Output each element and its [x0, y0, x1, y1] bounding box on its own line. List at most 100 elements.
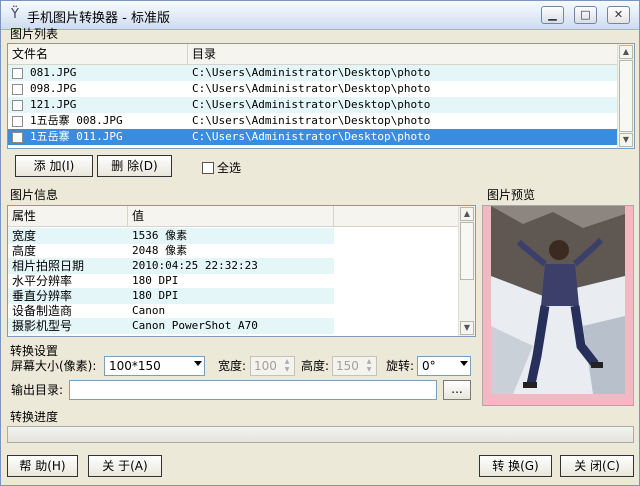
spin-down-icon: ▼	[284, 366, 290, 373]
property-name: 高度	[12, 244, 37, 258]
progress-label: 转换进度	[10, 410, 59, 424]
file-row[interactable]: 1五岳寨 008.JPG C:\Users\Administrator\Deskt…	[8, 113, 618, 129]
about-button[interactable]: 关 于(A)	[88, 455, 162, 477]
property-value: Canon	[132, 304, 166, 317]
column-directory[interactable]: 目录	[188, 44, 618, 64]
property-value: Canon PowerShot A70	[128, 318, 334, 334]
conversion-progress-bar	[7, 426, 634, 443]
preview-label: 图片预览	[487, 188, 536, 202]
scroll-up-icon[interactable]: ▲	[460, 207, 474, 221]
close-app-button[interactable]: 关 闭(C)	[560, 455, 634, 477]
image-info-label: 图片信息	[10, 188, 59, 202]
file-name: 1五岳寨 008.JPG	[30, 114, 123, 127]
spin-up-icon: ▲	[284, 358, 290, 365]
app-window: Ÿ 手机图片转换器 - 标准版 ▁ □ ✕ 图片列表 文件名 目录 081.JP…	[0, 0, 640, 486]
property-value: 180 DPI	[128, 288, 334, 304]
width-spinner: 100 ▲ ▼	[250, 356, 295, 376]
file-row-checkbox[interactable]	[12, 84, 23, 95]
image-list[interactable]: 文件名 目录 081.JPG C:\Users\Administrator\Des…	[7, 43, 635, 149]
width-value: 100	[254, 359, 277, 373]
help-button[interactable]: 帮 助(H)	[7, 455, 78, 477]
property-name: 宽度	[8, 228, 128, 244]
scroll-up-icon[interactable]: ▲	[619, 45, 633, 59]
property-name: 垂直分辨率	[8, 288, 128, 304]
file-row[interactable]: 098.JPG C:\Users\Administrator\Desktop\ph…	[8, 81, 618, 97]
image-info-scrollbar[interactable]: ▲ ▼	[458, 206, 475, 336]
dropdown-arrow-icon	[460, 361, 468, 366]
file-directory: C:\Users\Administrator\Desktop\photo	[192, 130, 431, 143]
property-row[interactable]: 宽度 1536 像素	[8, 228, 460, 244]
scroll-thumb[interactable]	[460, 222, 474, 280]
screen-size-value: 100*150	[109, 359, 161, 373]
rotate-value: 0°	[422, 359, 436, 373]
scroll-down-icon[interactable]: ▼	[460, 321, 474, 335]
column-property[interactable]: 属性	[8, 206, 128, 226]
file-row-checkbox[interactable]	[12, 116, 23, 127]
height-value: 150	[336, 359, 359, 373]
file-row-checkbox[interactable]	[12, 132, 23, 143]
property-value: 1536 像素	[128, 228, 334, 244]
file-row-checkbox[interactable]	[12, 68, 23, 79]
close-icon: ✕	[613, 8, 624, 21]
image-list-scrollbar[interactable]: ▲ ▼	[617, 44, 634, 148]
property-name: 相片拍照日期	[8, 258, 128, 274]
image-list-label: 图片列表	[10, 27, 59, 41]
property-value: 2048 像素	[132, 244, 188, 257]
spin-down-icon: ▼	[366, 366, 372, 373]
file-name: 081.JPG	[30, 66, 77, 79]
file-row[interactable]: 081.JPG C:\Users\Administrator\Desktop\ph…	[8, 65, 618, 81]
select-all-label: 全选	[217, 161, 242, 175]
maximize-button[interactable]: □	[574, 6, 597, 24]
output-dir-label: 输出目录:	[11, 383, 64, 397]
maximize-icon: □	[580, 8, 591, 21]
property-name: 摄影机型号	[8, 318, 128, 334]
rotate-select[interactable]: 0°	[417, 356, 471, 376]
image-info-header: 属性 值	[8, 206, 460, 227]
column-filename[interactable]: 文件名	[8, 44, 188, 64]
scroll-down-icon[interactable]: ▼	[619, 133, 633, 147]
rotate-label: 旋转:	[386, 359, 415, 373]
file-row[interactable]: 121.JPG C:\Users\Administrator\Desktop\ph…	[8, 97, 618, 113]
property-value: 2010:04:25 22:32:23	[128, 258, 334, 274]
width-label: 宽度:	[218, 359, 247, 373]
file-name: 1五岳寨 011.JPG	[30, 130, 123, 143]
file-name: 098.JPG	[30, 82, 77, 95]
scroll-thumb[interactable]	[619, 60, 633, 132]
convert-button[interactable]: 转 换(G)	[479, 455, 552, 477]
height-spinner: 150 ▲ ▼	[332, 356, 377, 376]
property-value: 180 DPI	[132, 274, 179, 287]
screen-size-select[interactable]: 100*150	[104, 356, 205, 376]
file-directory: C:\Users\Administrator\Desktop\photo	[192, 82, 431, 95]
height-label: 高度:	[301, 359, 330, 373]
image-info-list[interactable]: 属性 值 宽度 1536 像素 高度 2048 像素 相片拍照日期 2010:04:25 …	[7, 205, 476, 337]
image-list-header: 文件名 目录	[8, 44, 618, 65]
property-row[interactable]: 摄影机型号 Canon PowerShot A70	[8, 318, 460, 334]
property-row[interactable]: 设备制造商 Canon	[8, 303, 460, 319]
preview-photo	[483, 206, 633, 405]
minimize-button[interactable]: ▁	[541, 6, 564, 24]
screen-size-label: 屏幕大小(像素):	[11, 359, 97, 373]
property-name: 设备制造商	[12, 304, 73, 318]
browse-button[interactable]: ...	[443, 380, 471, 400]
delete-button[interactable]: 删 除(D)	[97, 155, 172, 177]
file-row-checkbox[interactable]	[12, 100, 23, 111]
add-button[interactable]: 添 加(I)	[15, 155, 93, 177]
property-row[interactable]: 水平分辨率 180 DPI	[8, 273, 460, 289]
column-value[interactable]: 值	[128, 206, 334, 226]
spin-up-icon: ▲	[366, 358, 372, 365]
file-directory: C:\Users\Administrator\Desktop\photo	[192, 114, 431, 127]
property-row[interactable]: 相片拍照日期 2010:04:25 22:32:23	[8, 258, 460, 274]
dropdown-arrow-icon	[194, 361, 202, 366]
window-title: 手机图片转换器 - 标准版	[27, 11, 170, 26]
app-icon: Ÿ	[11, 7, 19, 22]
close-button[interactable]: ✕	[607, 6, 630, 24]
select-all-box[interactable]	[202, 162, 214, 174]
file-row[interactable]: 1五岳寨 011.JPG C:\Users\Administrator\Deskt…	[8, 129, 618, 145]
output-dir-input[interactable]	[69, 380, 437, 400]
property-row[interactable]: 垂直分辨率 180 DPI	[8, 288, 460, 304]
property-name: 水平分辨率	[12, 274, 73, 288]
property-row[interactable]: 高度 2048 像素	[8, 243, 460, 259]
preview-frame	[482, 205, 634, 406]
file-name: 121.JPG	[30, 98, 77, 111]
title-bar[interactable]: Ÿ 手机图片转换器 - 标准版 ▁ □ ✕	[1, 1, 639, 30]
